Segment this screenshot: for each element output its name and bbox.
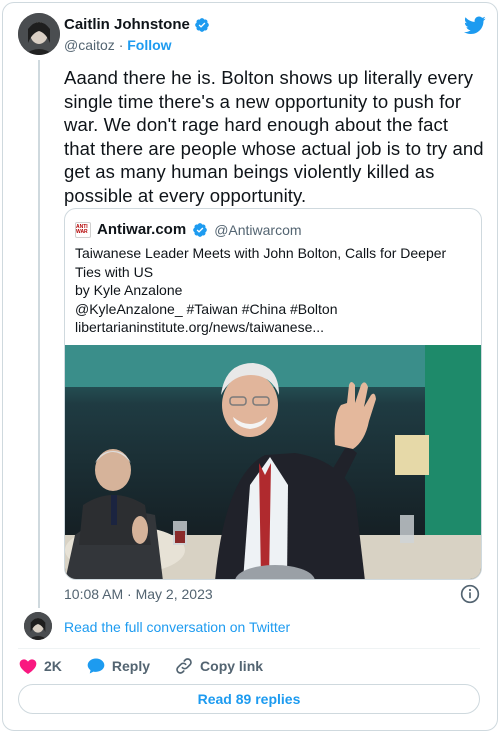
like-count: 2K [44,658,62,674]
copy-link-label: Copy link [200,658,264,674]
quoted-photo[interactable] [65,345,482,580]
quoted-verified-badge-icon [193,222,208,237]
verified-badge-icon [195,17,209,32]
quoted-author-handle[interactable]: @Antiwarcom [214,222,301,238]
tweet-text: Aaand there he is. Bolton shows up liter… [64,67,484,206]
reply-label: Reply [111,658,151,674]
quoted-tweet-header: ANTI WAR Antiwar.com @Antiwarcom [75,221,302,238]
twitter-bird-icon[interactable] [464,14,486,36]
author-name[interactable]: Caitlin Johnstone [64,16,190,33]
author-handle-row: @caitoz · Follow [64,37,172,53]
quoted-line: Ties with US [75,263,154,280]
heart-icon [19,659,37,674]
quoted-line[interactable]: @KyleAnzalone_ #Taiwan #China #Bolton [75,300,473,319]
quoted-line: by Kyle Anzalone [75,282,183,298]
antiwar-logo-text: ANTI WAR [76,223,88,235]
speech-bubble-icon [87,658,105,674]
conversation-avatar[interactable] [24,612,52,640]
link-icon [176,658,192,674]
read-conversation-link[interactable]: Read the full conversation on Twitter [64,619,290,635]
read-replies-button[interactable]: Read 89 replies [18,684,480,714]
action-bar: 2K Reply Copy link [18,656,287,676]
like-button[interactable]: 2K [18,656,62,676]
follow-button[interactable]: Follow [127,37,171,53]
quoted-tweet-text: Taiwanese Leader Meets with John Bolton,… [75,244,473,337]
reply-button[interactable]: Reply [86,656,150,676]
antiwar-logo: ANTI WAR [75,221,91,238]
thread-line [38,60,40,608]
quoted-author-name[interactable]: Antiwar.com [97,221,186,238]
quoted-link[interactable]: libertarianinstitute.org/news/taiwanese.… [75,318,473,337]
copy-link-button[interactable]: Copy link [174,656,263,676]
quoted-tweet[interactable]: ANTI WAR Antiwar.com @Antiwarcom Taiwane… [64,208,482,580]
author-name-row: Caitlin Johnstone [64,16,210,33]
separator-dot: · [118,37,124,53]
info-icon[interactable] [460,584,480,604]
quoted-line: Taiwanese Leader Meets with John Bolton,… [75,245,447,261]
author-avatar[interactable] [18,13,60,55]
author-handle[interactable]: @caitoz [64,37,115,53]
tweet-timestamp[interactable]: 10:08 AM · May 2, 2023 [64,586,213,602]
divider [18,648,480,649]
